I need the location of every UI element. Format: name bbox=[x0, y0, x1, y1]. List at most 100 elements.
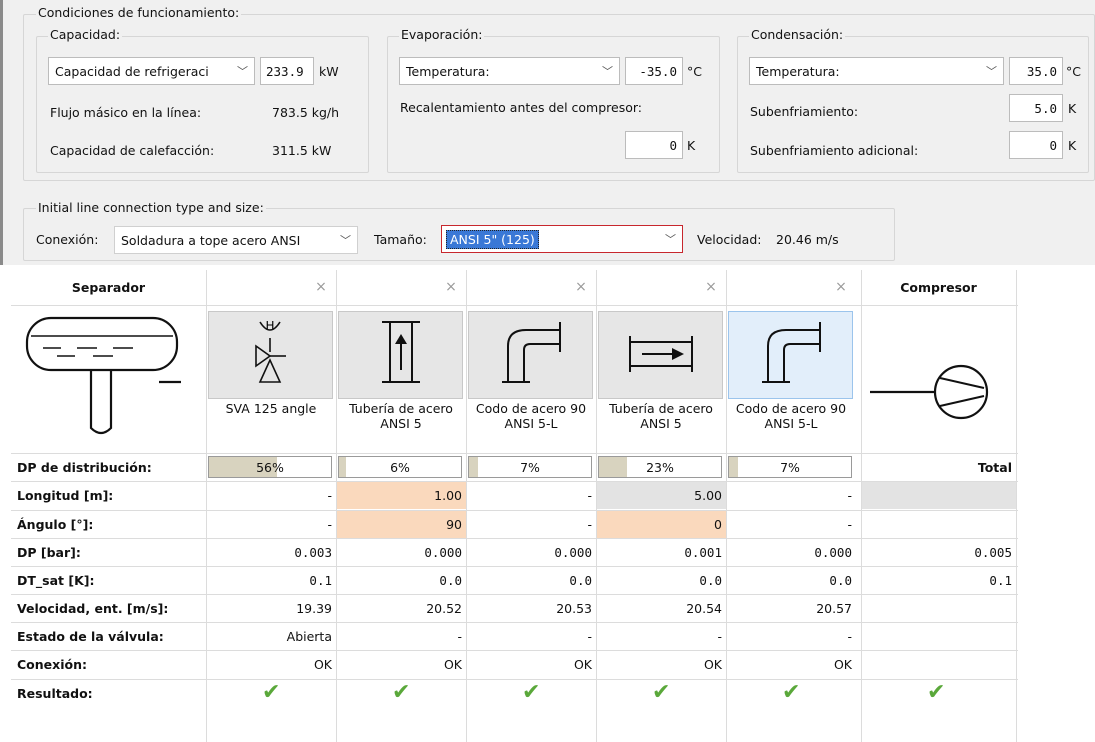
condensation-temp-value: 35.0 bbox=[1026, 63, 1057, 79]
length-cell[interactable]: 1.00 bbox=[336, 481, 466, 509]
extra-subcooling-value: 0 bbox=[1049, 137, 1057, 153]
compressor-icon bbox=[870, 364, 989, 420]
heating-capacity-value: 311.5 kW bbox=[272, 143, 332, 158]
dp-cell: 0.000 bbox=[424, 544, 462, 560]
distribution-value: 56% bbox=[256, 459, 284, 475]
grid-line bbox=[1016, 270, 1017, 742]
row-label-conn: Conexión: bbox=[17, 656, 87, 672]
dp-cell: 0.000 bbox=[814, 544, 852, 560]
condensation-type-value: Temperatura: bbox=[756, 63, 840, 79]
heating-capacity-label: Capacidad de calefacción: bbox=[50, 143, 215, 158]
angle-cell[interactable]: 0 bbox=[596, 510, 726, 538]
chevron-down-icon: ﹀ bbox=[665, 233, 676, 246]
distribution-bar: 23% bbox=[598, 456, 722, 478]
remove-component-button[interactable]: × bbox=[441, 279, 461, 295]
evaporation-type-value: Temperatura: bbox=[406, 63, 490, 79]
remove-component-button[interactable]: × bbox=[701, 279, 721, 295]
connection-type-value: Soldadura a tope acero ANSI bbox=[121, 232, 301, 248]
dp-cell: 0.001 bbox=[684, 544, 722, 560]
vertical-pipe-icon bbox=[382, 321, 420, 383]
grid-line bbox=[861, 270, 862, 742]
vel-cell: 20.54 bbox=[686, 600, 722, 616]
angle-cell: - bbox=[847, 516, 852, 532]
distribution-value: 6% bbox=[390, 459, 410, 475]
subcooling-input[interactable]: 5.0 bbox=[1009, 94, 1063, 122]
distribution-fill bbox=[469, 457, 478, 477]
dt-cell: 0.0 bbox=[699, 572, 722, 588]
grid-line bbox=[11, 305, 1018, 306]
result-check-icon: ✔ bbox=[522, 680, 541, 705]
angle-cell: - bbox=[327, 516, 332, 532]
condensation-temp-input[interactable]: 35.0 bbox=[1009, 57, 1063, 85]
size-value: ANSI 5" (125) bbox=[446, 229, 539, 249]
dp-cell: 0.000 bbox=[554, 544, 592, 560]
remove-component-button[interactable]: × bbox=[311, 279, 331, 295]
length-cell[interactable]: 5.00 bbox=[596, 481, 726, 509]
extra-subcooling-input[interactable]: 0 bbox=[1009, 131, 1063, 159]
dt-cell: 0.0 bbox=[569, 572, 592, 588]
component-name: Codo de acero 90 ANSI 5-L bbox=[735, 401, 847, 431]
condensation-type-select[interactable]: Temperatura: ﹀ bbox=[749, 57, 1004, 85]
row-label-valve: Estado de la válvula: bbox=[17, 628, 164, 644]
capacity-type-select[interactable]: Capacidad de refrigeraci ﹀ bbox=[48, 57, 255, 85]
vel-cell: 19.39 bbox=[296, 600, 332, 616]
vel-cell: 20.53 bbox=[556, 600, 592, 616]
horizontal-pipe-icon bbox=[629, 336, 693, 372]
component-name: Tubería de acero ANSI 5 bbox=[349, 401, 453, 431]
vel-cell: 20.57 bbox=[816, 600, 852, 616]
elbow-icon bbox=[502, 322, 561, 383]
remove-component-button[interactable]: × bbox=[831, 279, 851, 295]
evaporation-legend: Evaporación: bbox=[399, 27, 485, 42]
total-dt: 0.1 bbox=[989, 572, 1012, 588]
connection-type-select[interactable]: Soldadura a tope acero ANSI ﹀ bbox=[114, 226, 358, 254]
velocity-label: Velocidad: bbox=[697, 232, 762, 247]
line-connection-legend: Initial line connection type and size: bbox=[36, 200, 266, 215]
capacity-legend: Capacidad: bbox=[48, 27, 123, 42]
remove-component-button[interactable]: × bbox=[571, 279, 591, 295]
conn-cell: OK bbox=[703, 656, 722, 672]
conn-cell: OK bbox=[833, 656, 852, 672]
length-cell: - bbox=[587, 487, 592, 503]
component-name: Codo de acero 90 ANSI 5-L bbox=[475, 401, 587, 431]
length-total-bg bbox=[861, 481, 1016, 509]
conn-cell: OK bbox=[573, 656, 592, 672]
evaporation-type-select[interactable]: Temperatura: ﹀ bbox=[399, 57, 620, 85]
angle-cell[interactable]: 90 bbox=[336, 510, 466, 538]
row-label-length: Longitud [m]: bbox=[17, 487, 114, 503]
capacity-value: 233.9 bbox=[266, 63, 304, 79]
distribution-bar: 6% bbox=[338, 456, 462, 478]
distribution-fill bbox=[339, 457, 347, 477]
row-label-dt: DT_sat [K]: bbox=[17, 572, 95, 588]
valve-cell: - bbox=[587, 628, 592, 644]
distribution-bar: 7% bbox=[728, 456, 852, 478]
component-name: SVA 125 angle bbox=[225, 401, 317, 416]
superheat-unit: K bbox=[687, 138, 696, 153]
elbow-icon bbox=[762, 322, 821, 383]
result-check-icon: ✔ bbox=[392, 680, 411, 705]
length-cell: - bbox=[327, 487, 332, 503]
operating-conditions-legend: Condiciones de funcionamiento: bbox=[36, 5, 242, 20]
row-label-angle: Ángulo [°]: bbox=[17, 516, 94, 532]
distribution-value: 7% bbox=[520, 459, 540, 475]
result-check-icon: ✔ bbox=[782, 680, 801, 705]
evaporation-temp-input[interactable]: -35.0 bbox=[625, 57, 683, 85]
valve-cell: - bbox=[847, 628, 852, 644]
component-name: Tubería de acero ANSI 5 bbox=[609, 401, 713, 431]
capacity-value-input[interactable]: 233.9 bbox=[260, 57, 314, 85]
svg-text:H: H bbox=[265, 319, 274, 333]
chevron-down-icon: ﹀ bbox=[237, 65, 248, 78]
size-select[interactable]: ANSI 5" (125) ﹀ bbox=[441, 225, 683, 253]
total-header: Total bbox=[977, 459, 1012, 475]
condensation-temp-unit: °C bbox=[1066, 64, 1081, 79]
subcooling-unit: K bbox=[1068, 101, 1077, 116]
superheat-input[interactable]: 0 bbox=[625, 131, 683, 159]
distribution-value: 23% bbox=[646, 459, 674, 475]
velocity-value: 20.46 m/s bbox=[776, 232, 839, 247]
valve-cell: Abierta bbox=[286, 628, 332, 644]
extra-subcooling-label: Subenfriamiento adicional: bbox=[750, 143, 919, 158]
valve-cell: - bbox=[717, 628, 722, 644]
row-label-dist: DP de distribución: bbox=[17, 459, 152, 475]
vel-cell: 20.52 bbox=[426, 600, 462, 616]
chevron-down-icon: ﹀ bbox=[986, 65, 997, 78]
valve-cell: - bbox=[457, 628, 462, 644]
